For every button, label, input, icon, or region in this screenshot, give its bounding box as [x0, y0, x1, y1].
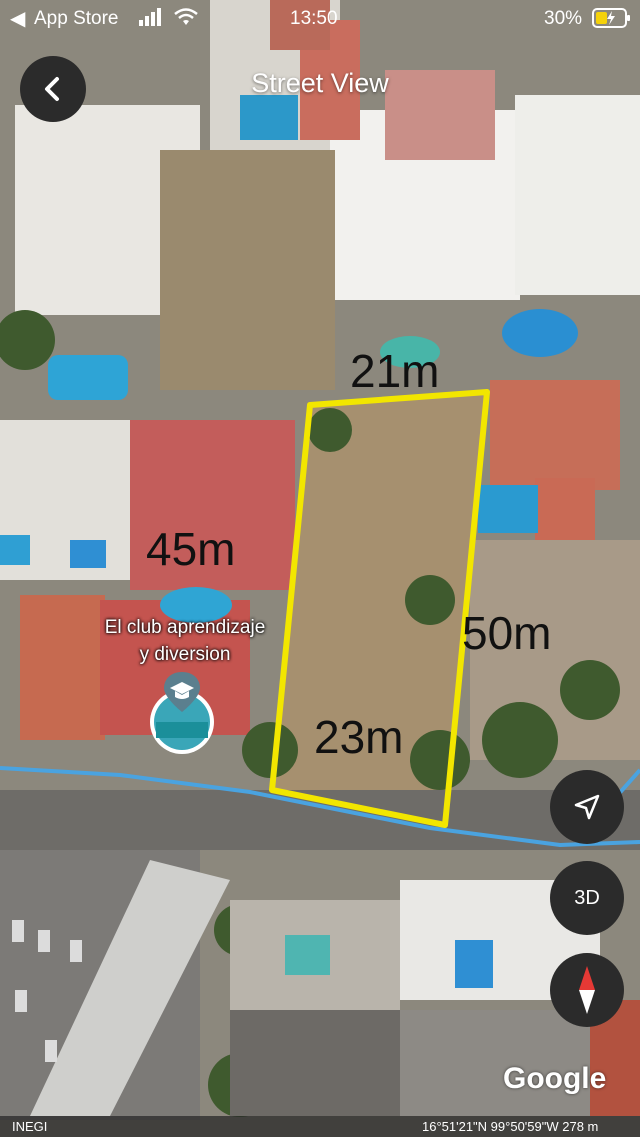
back-chevron-icon[interactable]: ◀ [10, 6, 25, 31]
measure-left: 45m [146, 523, 236, 575]
satellite-map[interactable] [0, 0, 640, 1137]
poi-name-line2: y diversion [139, 644, 231, 665]
battery-percent: 30% [544, 8, 583, 29]
attribution: INEGI [12, 1119, 48, 1134]
google-watermark: Google [503, 1062, 607, 1095]
poi-label[interactable]: El club aprendizaje y diversion [60, 614, 310, 668]
3d-toggle-button[interactable]: 3D [550, 861, 624, 935]
status-bar: ◀ App Store 13:50 30% [0, 0, 640, 36]
poi-marker[interactable] [140, 672, 224, 756]
compass-button[interactable] [550, 953, 624, 1027]
clock: 13:50 [290, 8, 338, 29]
status-back-app[interactable]: App Store [34, 8, 119, 30]
battery-icon [592, 8, 632, 34]
coordinates-readout: 16°51'21"N 99°50'59"W 278 m [422, 1119, 599, 1134]
poi-name-line1: El club aprendizaje [104, 617, 266, 638]
page-title: Street View [251, 68, 389, 98]
wifi-icon [174, 8, 198, 32]
measure-right: 50m [462, 607, 552, 659]
measure-bottom: 23m [314, 711, 404, 763]
navigation-arrow-icon [574, 794, 600, 820]
compass-icon [579, 966, 595, 1014]
signal-icon [138, 8, 164, 32]
map-footer: INEGI 16°51'21"N 99°50'59"W 278 m [0, 1116, 640, 1137]
measure-top: 21m [350, 345, 440, 397]
my-location-button[interactable] [550, 770, 624, 844]
